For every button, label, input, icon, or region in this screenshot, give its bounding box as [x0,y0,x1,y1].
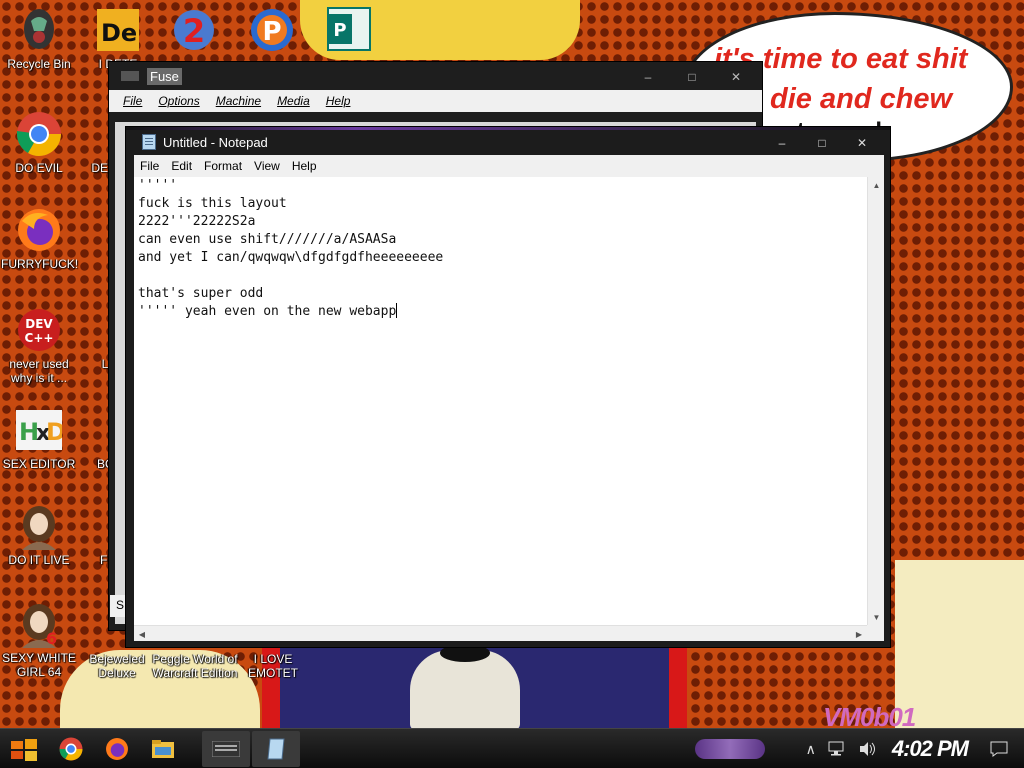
maximize-button[interactable]: □ [802,133,842,153]
text-caret [396,303,398,318]
svg-text:P: P [333,20,346,41]
notepad-icon [267,738,285,759]
text-line: fuck is this layout [138,196,287,211]
firefox-icon [106,737,128,760]
horizontal-scrollbar[interactable]: ◀ ▶ [134,625,867,641]
taskbar-notepad[interactable] [252,730,300,767]
start-logo-icon [11,738,37,761]
folder-icon [152,739,174,758]
fuse-menu-machine[interactable]: Machine [216,94,261,108]
svg-text:DEV: DEV [25,317,53,331]
fuse-menu-file[interactable]: File [123,94,142,108]
number-two-icon: 2 [174,10,214,50]
fuse-menu-media[interactable]: Media [277,94,310,108]
chrome-icon [59,737,83,760]
desktop-icon-sex-editor[interactable]: HxD SEX EDITOR [1,406,77,471]
text-line [138,267,866,285]
desktop-icon-publisher[interactable]: P [326,6,372,57]
text-line: ''''' [138,178,178,193]
maximize-button[interactable]: □ [670,66,714,88]
fuse-app-icon [121,71,139,81]
notepad-menubar: File Edit Format View Help [134,155,884,177]
text-line: that's super odd [138,286,264,301]
notepad-text-area[interactable]: ''''' fuck is this layout 2222'''22222S2a c… [138,177,866,625]
volume-icon[interactable] [858,741,876,757]
svg-text:D: D [46,418,62,446]
taskbar-firefox[interactable] [94,731,140,767]
scroll-left-arrow-icon[interactable]: ◀ [134,626,150,642]
fuse-title: Fuse [147,67,182,85]
desktop-icon-do-it-live[interactable]: DO IT LIVE [1,502,77,567]
scroll-down-arrow-icon[interactable]: ▼ [868,609,885,625]
close-button[interactable]: ✕ [714,66,758,88]
recycle-bin-icon [15,6,63,54]
scroll-right-arrow-icon[interactable]: ▶ [851,626,867,642]
taskbar: ∧ 4:02 PM [0,728,1024,768]
firefox-icon [15,206,63,254]
svg-text:6: 6 [46,629,57,648]
devcpp-icon: DEV C++ [15,306,63,354]
chrome-icon [15,110,63,158]
hxd-icon: HxD [15,406,63,454]
notepad-menu-edit[interactable]: Edit [171,159,192,173]
desktop-icon-peggle[interactable]: Peggle World of Warcraft Edition [150,652,240,680]
notepad-editor[interactable]: ''''' fuck is this layout 2222'''22222S2a c… [134,177,884,641]
desktop-icon-devcpp[interactable]: DEV C++ never used why is it ... [1,306,77,385]
text-line-last: ''''' yeah even on the new webapp [138,303,398,319]
svg-text:C++: C++ [25,331,54,345]
taskbar-fuse[interactable] [202,730,250,767]
close-button[interactable]: ✕ [842,133,882,153]
vertical-scrollbar[interactable]: ▲ ▼ [867,177,884,625]
desktop-icon-p[interactable]: P [248,6,296,59]
desktop-icon-sexy-white-girl[interactable]: 6 SEXY WHITE GIRL 64 [1,600,77,679]
minimize-button[interactable]: – [626,66,670,88]
network-icon[interactable] [828,741,846,757]
publisher-icon: P [327,7,371,51]
desktop-icon-furryfuck[interactable]: FURRYFUCK! [1,206,78,271]
taskbar-file-explorer[interactable] [140,731,186,767]
minimize-button[interactable]: – [762,133,802,153]
wallpaper-poster [262,644,687,730]
desktop-icon-2[interactable]: 2 [170,6,218,59]
text-line: can even use shift///////a/ASAASa [138,232,397,247]
fuse-menubar: File Options Machine Media Help [109,90,762,112]
notepad-menu-file[interactable]: File [140,159,159,173]
fuse-app-icon [212,740,240,757]
fuse-menu-help[interactable]: Help [326,94,351,108]
desktop-icon-emotet[interactable]: I LOVE EMOTET [228,652,318,680]
notepad-icon [142,134,156,150]
scroll-up-arrow-icon[interactable]: ▲ [868,177,885,193]
text-line: 2222'''22222S2a [138,214,256,229]
notepad-menu-format[interactable]: Format [204,159,242,173]
tray-overflow-chevron-icon[interactable]: ∧ [806,741,816,758]
text-line: and yet I can/qwqwqw\dfgdfgdfheeeeeeeee [138,250,444,265]
notepad-window[interactable]: Untitled - Notepad – □ ✕ File Edit Forma… [125,126,891,648]
fuse-menu-options[interactable]: Options [158,94,199,108]
desktop-icon-bejeweled[interactable]: Bejeweled Deluxe [80,652,154,680]
desktop-icon-do-evil[interactable]: DO EVIL [1,110,77,175]
p-logo-icon: P [251,9,293,51]
svg-text:2: 2 [183,12,205,50]
taskbar-chrome[interactable] [48,731,94,767]
svg-text:P: P [262,17,281,47]
notepad-menu-help[interactable]: Help [292,159,317,173]
de-app-icon: De [94,6,142,54]
start-button[interactable] [0,731,48,767]
notepad-title: Untitled - Notepad [163,134,268,150]
desktop-icon-recycle-bin[interactable]: Recycle Bin [1,6,77,71]
portrait-icon [15,502,63,550]
notifications-icon[interactable] [990,741,1008,757]
portrait-icon: 6 [15,600,63,648]
notepad-menu-view[interactable]: View [254,159,280,173]
system-tray: ∧ 4:02 PM [800,729,1024,768]
taskbar-clock[interactable]: 4:02 PM [892,736,969,762]
svg-text:De: De [101,19,137,47]
